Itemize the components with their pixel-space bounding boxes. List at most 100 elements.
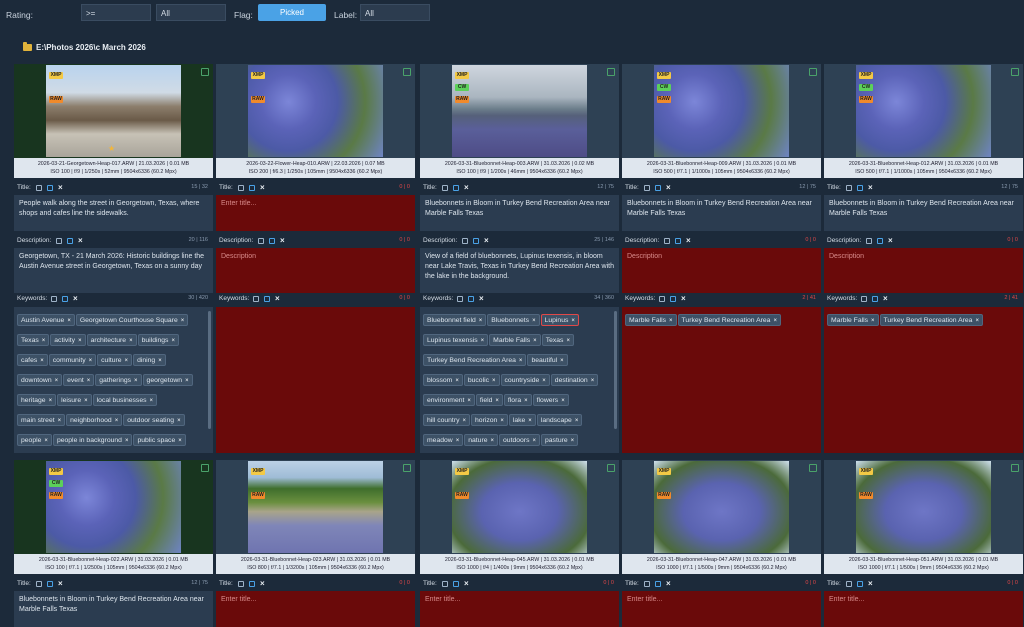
title-input[interactable]: Enter title... [216,195,415,231]
keyword-chip[interactable]: cafes × [17,354,48,366]
remove-keyword-icon[interactable]: × [58,418,62,424]
keyword-chip[interactable]: Marble Falls × [827,314,879,326]
remove-keyword-icon[interactable]: × [158,358,162,364]
close-icon[interactable]: × [868,184,876,192]
keyword-chip[interactable]: horizon × [471,414,508,426]
title-input[interactable]: Bluebonnets in Bloom in Turkey Bend Recr… [622,195,821,231]
photo-card[interactable]: XMP RAW 2026-03-31-Bluebonnet-Heap-045.ARW… [420,460,619,627]
copy-icon[interactable] [462,238,468,244]
copy-icon[interactable] [258,238,264,244]
copy-icon[interactable] [253,296,259,302]
paste-icon[interactable] [264,296,270,302]
rating-value-select[interactable]: All [156,4,226,21]
keywords-scrollbar[interactable] [614,311,617,429]
remove-keyword-icon[interactable]: × [560,358,564,364]
photo-thumbnail[interactable] [452,461,587,553]
keyword-chip[interactable]: activity × [50,334,86,346]
copy-icon[interactable] [36,185,42,191]
remove-keyword-icon[interactable]: × [500,418,504,424]
copy-icon[interactable] [238,185,244,191]
remove-keyword-icon[interactable]: × [89,358,93,364]
keyword-chip[interactable]: landscape × [536,414,583,426]
remove-keyword-icon[interactable]: × [491,438,495,444]
keyword-chip[interactable]: public space × [133,434,186,446]
paste-icon[interactable] [47,581,53,587]
keyword-chip[interactable]: local businesses × [92,394,158,406]
photo-thumbnail-area[interactable]: XMP CW RAW [824,64,1023,158]
paste-icon[interactable] [249,185,255,191]
rating-star-icon[interactable]: ★ [108,144,115,153]
remove-keyword-icon[interactable]: × [492,378,496,384]
remove-keyword-icon[interactable]: × [871,318,875,324]
keyword-chip[interactable]: lake × [508,414,536,426]
label-value-select[interactable]: All [360,4,430,21]
remove-keyword-icon[interactable]: × [575,418,579,424]
flag-icon[interactable] [607,68,615,76]
copy-icon[interactable] [644,581,650,587]
flag-icon[interactable] [201,68,209,76]
copy-icon[interactable] [659,296,665,302]
remove-keyword-icon[interactable]: × [78,338,82,344]
keyword-chip[interactable]: Turkey Bend Recreation Area × [879,314,983,326]
description-input[interactable]: View of a field of bluebonnets, Lupinus … [420,248,619,293]
remove-keyword-icon[interactable]: × [125,438,129,444]
photo-thumbnail-area[interactable]: XMP RAW [824,460,1023,554]
title-input[interactable]: Enter title... [420,591,619,627]
close-icon[interactable]: × [58,184,66,192]
photo-card[interactable]: XMP RAW ★ 2026-03-21-Georgetown-Heap-017.AR… [14,64,213,454]
remove-keyword-icon[interactable]: × [561,398,565,404]
keyword-chip[interactable]: Marble Falls × [489,334,541,346]
remove-keyword-icon[interactable]: × [55,378,59,384]
photo-thumbnail-area[interactable]: XMP RAW ★ [14,64,213,158]
keyword-chip[interactable]: bucolic × [463,374,500,386]
copy-icon[interactable] [51,296,57,302]
photo-thumbnail[interactable] [452,65,587,157]
title-input[interactable]: Enter title... [622,591,821,627]
description-input[interactable]: Georgetown, TX - 21 March 2026: Historic… [14,248,213,293]
keyword-chip[interactable]: flowers × [532,394,569,406]
keyword-chip[interactable]: Lupinus texensis × [423,334,489,346]
close-icon[interactable]: × [681,295,689,303]
keywords-scrollbar[interactable] [208,311,211,429]
copy-icon[interactable] [664,238,670,244]
copy-icon[interactable] [846,581,852,587]
keyword-chip[interactable]: main street × [17,414,66,426]
paste-icon[interactable] [675,238,681,244]
photo-thumbnail-area[interactable]: XMP RAW [622,460,821,554]
keyword-chip[interactable]: pasture × [540,434,579,446]
remove-keyword-icon[interactable]: × [975,318,979,324]
close-icon[interactable]: × [888,237,896,245]
photo-thumbnail-area[interactable]: XMP CW RAW [420,64,619,158]
remove-keyword-icon[interactable]: × [532,438,536,444]
keyword-chip[interactable]: destination × [550,374,599,386]
paste-icon[interactable] [655,185,661,191]
flag-icon[interactable] [403,464,411,472]
remove-keyword-icon[interactable]: × [479,318,483,324]
photo-thumbnail[interactable] [856,65,991,157]
copy-icon[interactable] [457,296,463,302]
flag-picked-button[interactable]: Picked [258,4,326,21]
remove-keyword-icon[interactable]: × [519,358,523,364]
remove-keyword-icon[interactable]: × [532,318,536,324]
remove-keyword-icon[interactable]: × [463,418,467,424]
keyword-chip[interactable]: Lupinus × [540,314,579,326]
keyword-chip[interactable]: people in background × [52,434,133,446]
keyword-chip[interactable]: Texas × [541,334,574,346]
remove-keyword-icon[interactable]: × [455,378,459,384]
photo-thumbnail-area[interactable]: XMP RAW [216,460,415,554]
photo-card[interactable]: XMP RAW 2026-03-22-Flower-Heap-010.ARW | 2… [216,64,415,454]
remove-keyword-icon[interactable]: × [495,398,499,404]
remove-keyword-icon[interactable]: × [566,338,570,344]
remove-keyword-icon[interactable]: × [669,318,673,324]
keyword-chip[interactable]: architecture × [86,334,137,346]
title-input[interactable]: Bluebonnets in Bloom in Turkey Bend Recr… [420,195,619,231]
remove-keyword-icon[interactable]: × [181,318,185,324]
flag-icon[interactable] [607,464,615,472]
title-input[interactable]: Enter title... [216,591,415,627]
keyword-chip[interactable]: gatherings × [95,374,142,386]
remove-keyword-icon[interactable]: × [125,358,129,364]
close-icon[interactable]: × [260,184,268,192]
photo-card[interactable]: XMP CW RAW 2026-03-31-Bluebonnet-Heap-022.A… [14,460,213,627]
remove-keyword-icon[interactable]: × [591,378,595,384]
keyword-chip[interactable]: flora × [503,394,532,406]
